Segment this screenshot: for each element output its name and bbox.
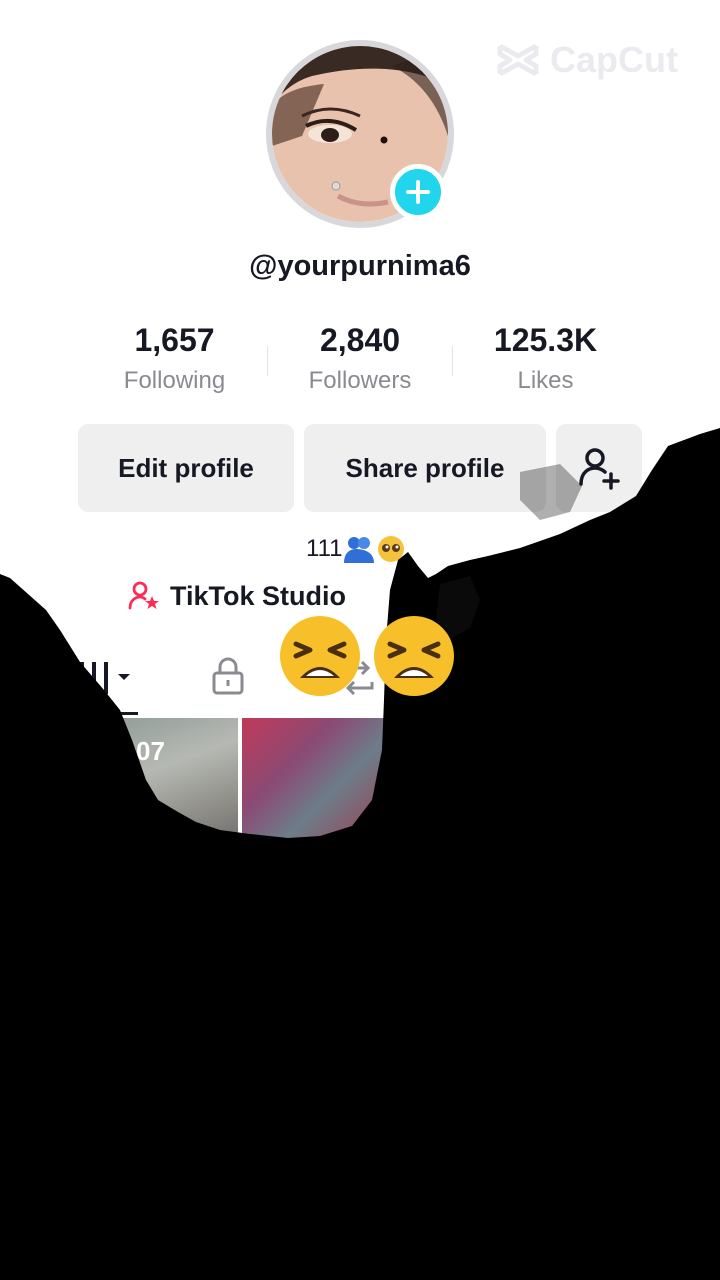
studio-icon bbox=[128, 581, 159, 610]
grid-icon bbox=[80, 662, 130, 694]
add-avatar-button[interactable] bbox=[390, 164, 446, 220]
edit-profile-button[interactable]: Edit profile bbox=[78, 424, 294, 512]
studio-label: TikTok Studio bbox=[170, 580, 347, 611]
bio-text: 111 bbox=[306, 535, 343, 562]
likes-count: 125.3K bbox=[493, 322, 598, 358]
plus-icon bbox=[406, 180, 430, 204]
stat-divider bbox=[452, 346, 453, 376]
share-profile-label: Share profile bbox=[345, 452, 505, 483]
stat-followers[interactable]: 2,840 Followers bbox=[268, 322, 453, 395]
active-tab-indicator bbox=[86, 712, 138, 715]
profile-username: @yourpurnima6 bbox=[249, 250, 471, 282]
stat-likes[interactable]: 125.3K Likes bbox=[453, 322, 638, 395]
following-count: 1,657 bbox=[134, 322, 215, 358]
tired-face-emoji-icon bbox=[374, 616, 454, 696]
lock-icon bbox=[212, 657, 244, 695]
people-hugging-icon bbox=[344, 537, 375, 563]
add-friend-icon bbox=[579, 448, 620, 490]
stat-following[interactable]: 1,657 Following bbox=[82, 322, 267, 395]
video-thumbnail[interactable] bbox=[242, 718, 384, 848]
profile-stats: 1,657 Following 2,840 Followers 125.3K L… bbox=[82, 322, 638, 395]
pleading-face-icon bbox=[378, 536, 405, 562]
thumbnail-overlay-text: 07 bbox=[136, 736, 165, 766]
share-profile-button[interactable]: Share profile bbox=[304, 424, 546, 512]
video-thumbnail[interactable]: 07 bbox=[96, 718, 238, 848]
stat-divider bbox=[267, 346, 268, 376]
following-label: Following bbox=[123, 367, 226, 394]
tab-private[interactable] bbox=[210, 656, 246, 700]
tiktok-studio-link[interactable]: TikTok Studio bbox=[128, 580, 346, 612]
profile-bio: 111 bbox=[306, 534, 406, 564]
tired-face-emoji-icon bbox=[280, 616, 360, 696]
tab-videos[interactable] bbox=[78, 658, 136, 702]
followers-count: 2,840 bbox=[319, 322, 401, 358]
add-friend-button[interactable] bbox=[556, 424, 642, 512]
watermark-text: CapCut bbox=[550, 39, 678, 80]
capcut-watermark: CapCut bbox=[496, 38, 686, 82]
capcut-logo-icon bbox=[497, 43, 539, 77]
followers-label: Followers bbox=[308, 367, 412, 394]
edit-profile-label: Edit profile bbox=[118, 452, 254, 483]
likes-label: Likes bbox=[517, 367, 574, 394]
